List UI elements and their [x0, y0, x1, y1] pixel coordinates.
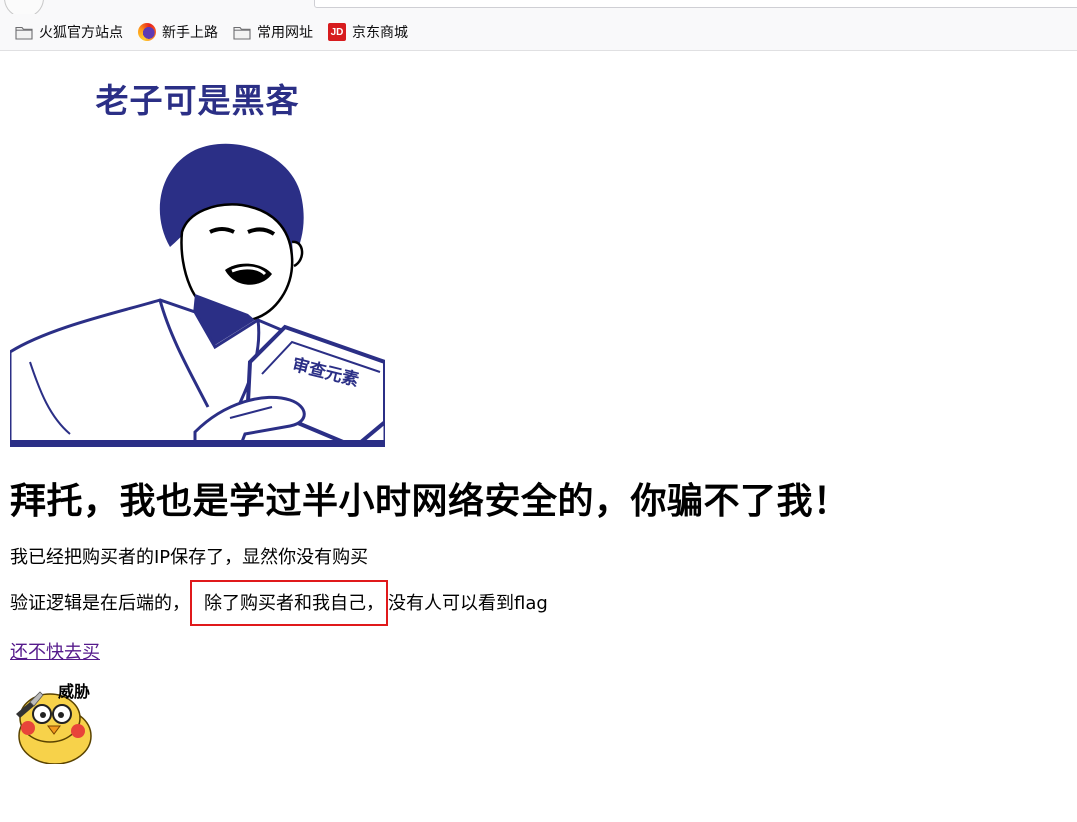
meme-caption: 老子可是黑客	[95, 81, 300, 120]
bookmark-label: 新手上路	[162, 25, 218, 41]
url-bar[interactable]	[314, 0, 1077, 8]
page-content: 老子可是黑客 审查元素 拜托，我也是学过半小时网络安全的，你骗不了我！ 我已经把…	[10, 51, 1070, 764]
page-heading: 拜托，我也是学过半小时网络安全的，你骗不了我！	[10, 481, 850, 522]
jd-icon: JD	[327, 23, 347, 41]
bookmark-label: 常用网址	[257, 25, 313, 41]
highlight-box: 除了购买者和我自己，	[190, 580, 388, 626]
hacker-meme-image: 老子可是黑客 审查元素	[10, 62, 385, 447]
folder-icon	[232, 23, 252, 41]
threat-sticker-image: 威胁	[10, 676, 100, 764]
backend-verify-message: 验证逻辑是在后端的， 除了购买者和我自己， 没有人可以看到flag	[10, 580, 1070, 626]
bookmark-common-sites[interactable]: 常用网址	[232, 19, 313, 45]
firefox-icon	[137, 23, 157, 41]
tab-strip	[0, 0, 1077, 18]
bookmarks-toolbar: 火狐官方站点 新手上路 常用网址 JD 京东商城	[0, 14, 1077, 51]
bookmark-firefox-official[interactable]: 火狐官方站点	[14, 19, 123, 45]
bookmark-jd-mall[interactable]: JD 京东商城	[327, 19, 408, 45]
verify-prefix: 验证逻辑是在后端的，	[10, 593, 190, 614]
bookmark-label: 京东商城	[352, 25, 408, 41]
ip-saved-message: 我已经把购买者的IP保存了，显然你没有购买	[10, 547, 369, 568]
go-buy-link[interactable]: 还不快去买	[10, 638, 100, 664]
verify-suffix: 没有人可以看到flag	[388, 593, 548, 614]
bookmark-getting-started[interactable]: 新手上路	[137, 19, 218, 45]
bookmark-label: 火狐官方站点	[39, 25, 123, 41]
sticker-caption: 威胁	[58, 682, 91, 701]
folder-icon	[14, 23, 34, 41]
